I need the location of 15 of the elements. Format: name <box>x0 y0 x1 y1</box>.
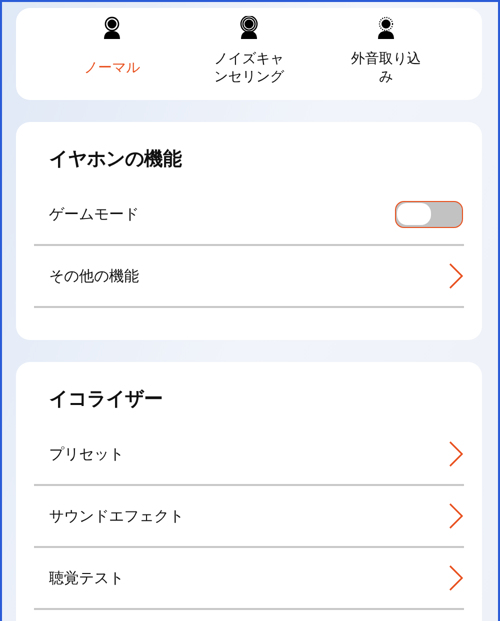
mode-tab[interactable]: ノイズキャンセリング <box>209 50 289 86</box>
chevron-right-icon[interactable] <box>449 263 463 289</box>
section-title: イヤホンの機能 <box>48 147 183 172</box>
row-label[interactable]: その他の機能 <box>49 266 139 286</box>
row-label[interactable]: 聴覚テスト <box>49 568 124 588</box>
toggle-switch[interactable] <box>395 200 463 228</box>
mode-tab[interactable]: 外音取り込み <box>346 50 426 86</box>
chevron-right-icon[interactable] <box>449 565 463 591</box>
chevron-right-icon[interactable] <box>449 441 463 467</box>
chevron-right-icon[interactable] <box>449 503 463 529</box>
section-title: イコライザー <box>48 387 164 412</box>
row-label[interactable]: ゲームモード <box>49 204 139 224</box>
mode-tab[interactable]: ノーマル <box>72 59 152 77</box>
row-label[interactable]: プリセット <box>49 444 124 464</box>
row-label[interactable]: サウンドエフェクト <box>49 506 184 526</box>
